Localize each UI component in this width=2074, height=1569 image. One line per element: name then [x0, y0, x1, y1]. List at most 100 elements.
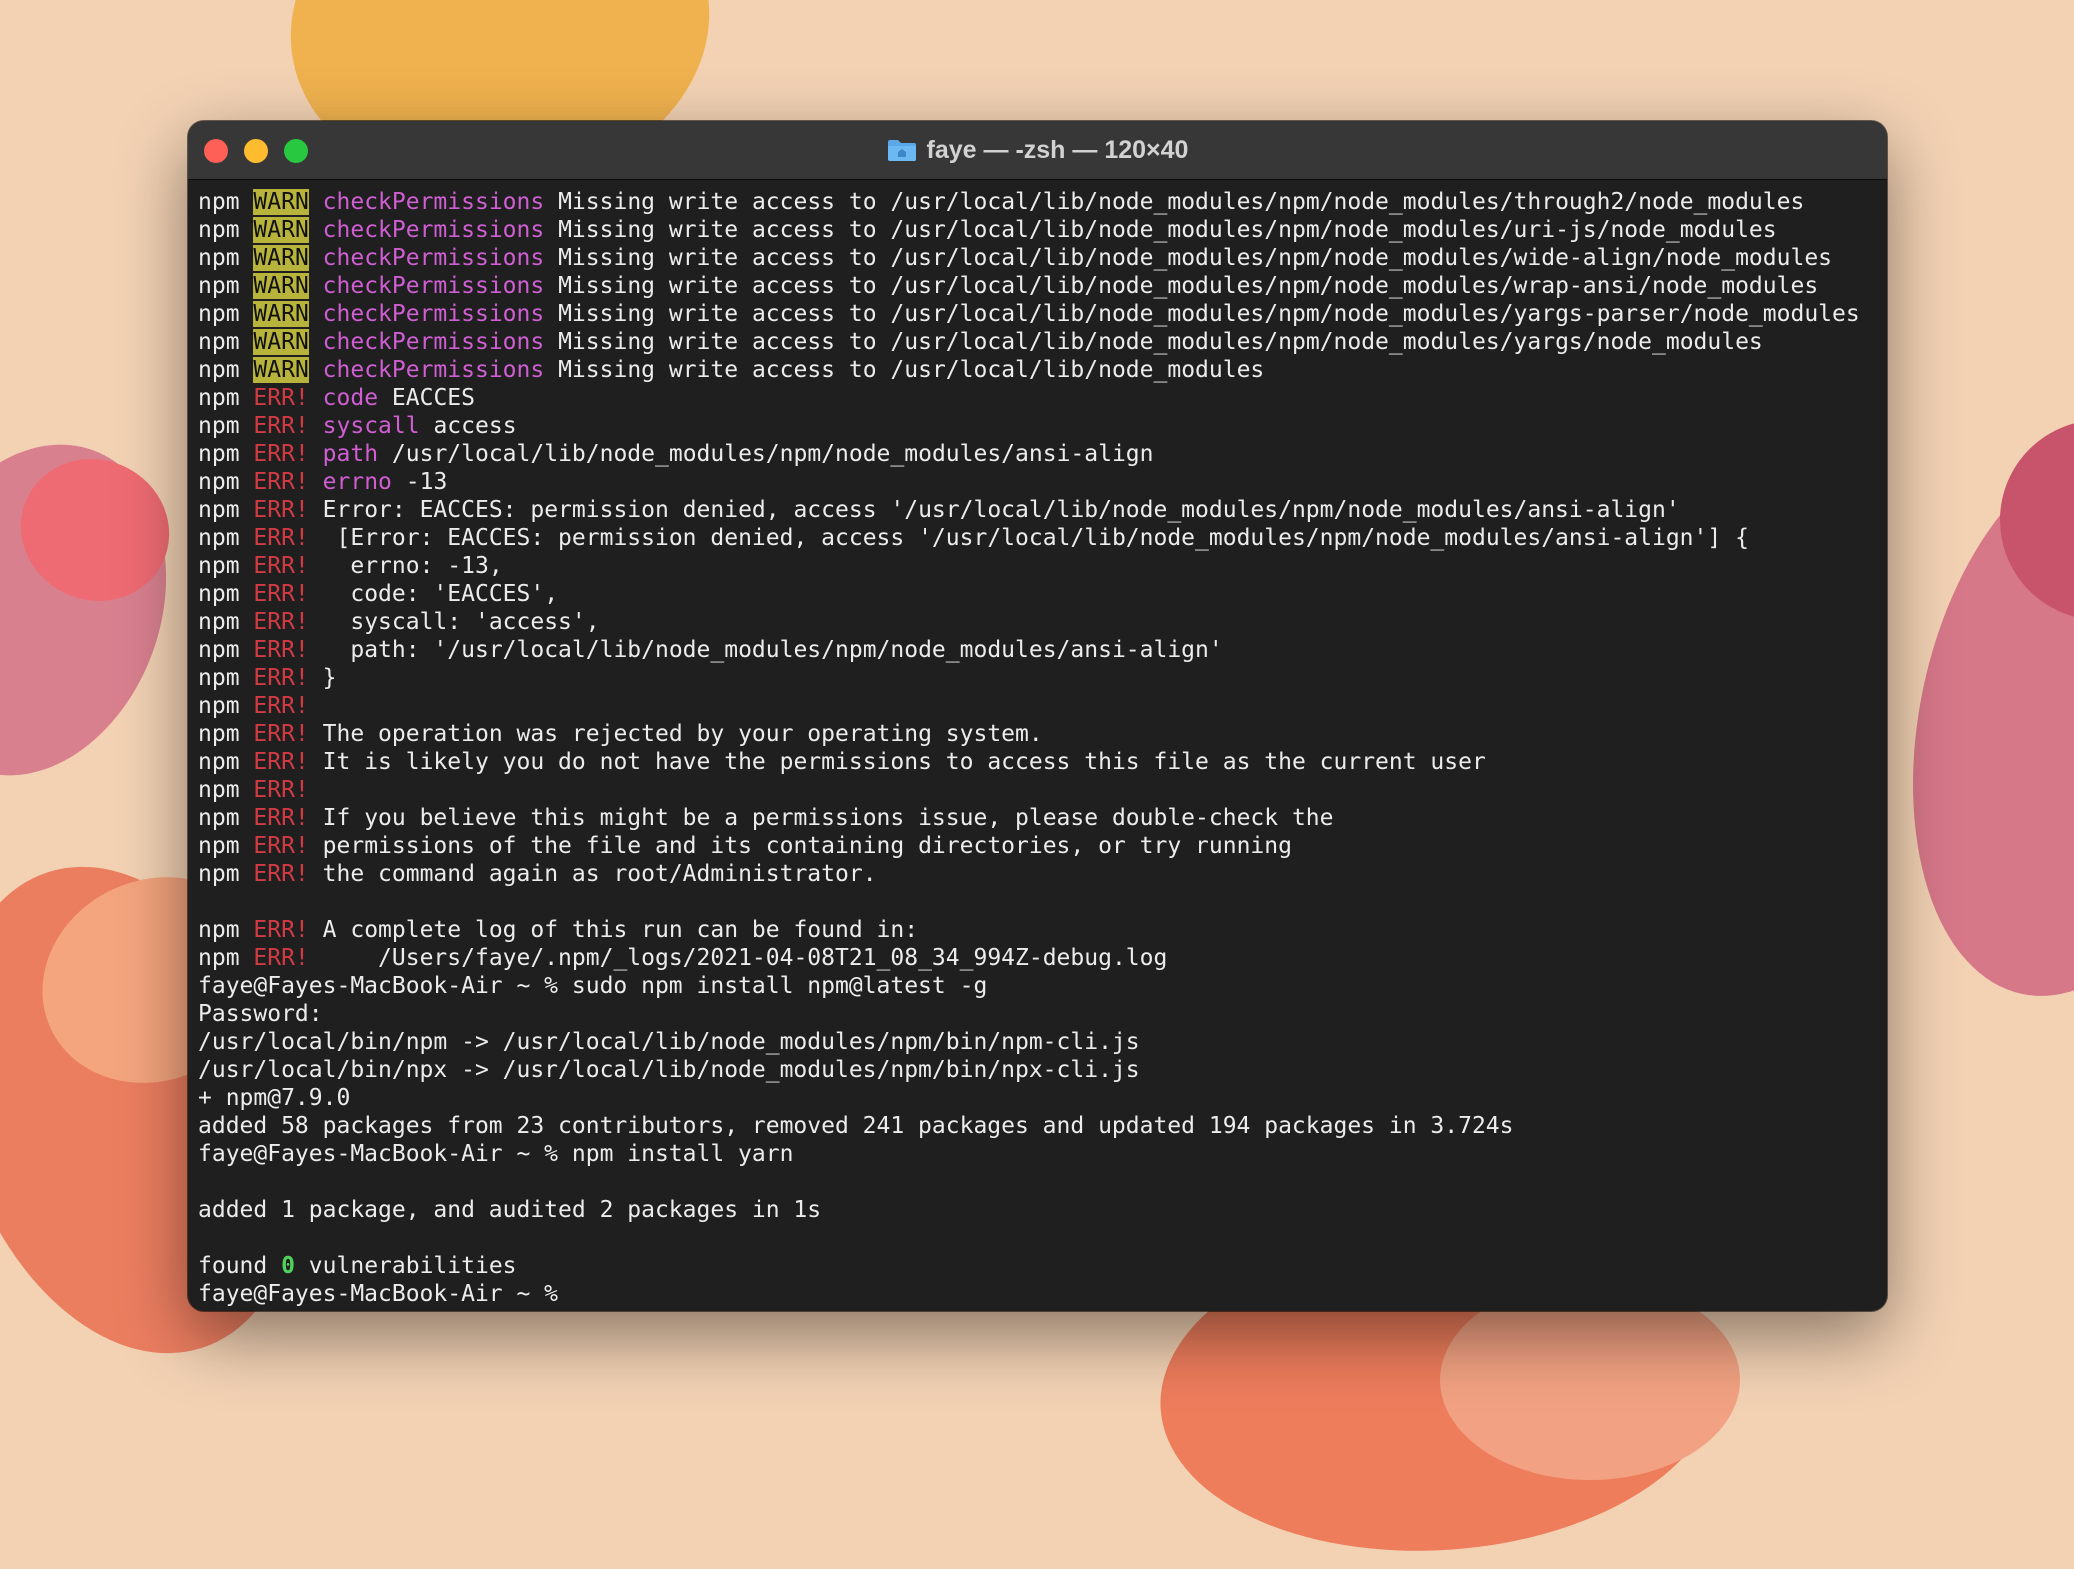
npm-prefix: npm [198, 721, 240, 747]
npm-prefix: npm [198, 861, 240, 887]
err-badge: ERR! [253, 917, 309, 943]
err-badge: ERR! [253, 945, 309, 971]
log-line: npm ERR! [198, 776, 1887, 804]
npm-prefix: npm [198, 833, 240, 859]
npm-prefix: npm [198, 329, 240, 355]
err-badge: ERR! [253, 609, 309, 635]
log-text: It is likely you do not have the permiss… [322, 749, 1486, 775]
err-badge: ERR! [253, 777, 309, 803]
log-text: path: '/usr/local/lib/node_modules/npm/n… [322, 637, 1223, 663]
output-text: Password: [198, 1001, 323, 1027]
log-key: code [322, 385, 379, 411]
traffic-lights [204, 139, 308, 163]
npm-prefix: npm [198, 525, 240, 551]
log-key: path [322, 441, 379, 467]
log-key: checkPermissions [322, 189, 545, 215]
npm-prefix: npm [198, 273, 240, 299]
npm-prefix: npm [198, 665, 240, 691]
log-line: npm ERR! path /usr/local/lib/node_module… [198, 440, 1887, 468]
log-key: errno [322, 469, 392, 495]
npm-prefix: npm [198, 497, 240, 523]
warn-badge: WARN [253, 329, 309, 355]
log-line: npm ERR! path: '/usr/local/lib/node_modu… [198, 636, 1887, 664]
err-badge: ERR! [253, 469, 309, 495]
log-text: EACCES [391, 385, 475, 411]
log-text: Missing write access to /usr/local/lib/n… [558, 245, 1833, 271]
npm-prefix: npm [198, 581, 240, 607]
log-key: checkPermissions [322, 245, 545, 271]
title-bar[interactable]: faye — -zsh — 120×40 [188, 121, 1887, 180]
log-line: npm ERR! syscall: 'access', [198, 608, 1887, 636]
found-text: found [198, 1253, 282, 1279]
close-button[interactable] [204, 139, 228, 163]
err-badge: ERR! [253, 497, 309, 523]
warn-badge: WARN [253, 273, 309, 299]
log-line: npm ERR! /Users/faye/.npm/_logs/2021-04-… [198, 944, 1887, 972]
log-line: npm WARN checkPermissions Missing write … [198, 356, 1887, 384]
npm-prefix: npm [198, 693, 240, 719]
log-key: checkPermissions [322, 329, 545, 355]
err-badge: ERR! [253, 525, 309, 551]
log-text: access [433, 413, 517, 439]
output-line: faye@Fayes-MacBook-Air ~ % sudo npm inst… [198, 972, 1887, 1000]
found-text: vulnerabilities [294, 1253, 517, 1279]
log-line: npm ERR! It is likely you do not have th… [198, 748, 1887, 776]
log-text: -13 [405, 469, 448, 495]
log-text: /Users/faye/.npm/_logs/2021-04-08T21_08_… [322, 945, 1168, 971]
zoom-button[interactable] [284, 139, 308, 163]
npm-prefix: npm [198, 945, 240, 971]
warn-badge: WARN [253, 301, 309, 327]
npm-prefix: npm [198, 441, 240, 467]
err-badge: ERR! [253, 721, 309, 747]
output-text: /usr/local/bin/npm -> /usr/local/lib/nod… [198, 1029, 1140, 1055]
log-text: } [322, 665, 337, 691]
npm-prefix: npm [198, 357, 240, 383]
log-line: npm ERR! A complete log of this run can … [198, 916, 1887, 944]
npm-prefix: npm [198, 413, 240, 439]
log-text: code: 'EACCES', [322, 581, 559, 607]
log-text: syscall: 'access', [322, 609, 600, 635]
output-line: added 1 package, and audited 2 packages … [198, 1196, 1887, 1224]
terminal-output[interactable]: npm WARN checkPermissions Missing write … [188, 180, 1887, 1308]
log-line: npm ERR! the command again as root/Admin… [198, 860, 1887, 888]
output-text: added 58 packages from 23 contributors, … [198, 1113, 1514, 1139]
log-line: npm ERR! Error: EACCES: permission denie… [198, 496, 1887, 524]
output-line: faye@Fayes-MacBook-Air ~ % npm install y… [198, 1140, 1887, 1168]
err-badge: ERR! [253, 665, 309, 691]
log-text: Error: EACCES: permission denied, access… [322, 497, 1680, 523]
err-badge: ERR! [253, 413, 309, 439]
log-text: Missing write access to /usr/local/lib/n… [558, 329, 1763, 355]
npm-prefix: npm [198, 805, 240, 831]
npm-prefix: npm [198, 469, 240, 495]
log-key: checkPermissions [322, 357, 545, 383]
log-line: npm ERR! code: 'EACCES', [198, 580, 1887, 608]
npm-prefix: npm [198, 609, 240, 635]
prompt-line[interactable]: faye@Fayes-MacBook-Air ~ % [198, 1280, 1887, 1308]
log-text: errno: -13, [322, 553, 503, 579]
log-line: npm ERR! errno: -13, [198, 552, 1887, 580]
err-badge: ERR! [253, 861, 309, 887]
log-line: npm ERR! } [198, 664, 1887, 692]
npm-prefix: npm [198, 777, 240, 803]
folder-icon [887, 138, 917, 162]
output-line: added 58 packages from 23 contributors, … [198, 1112, 1887, 1140]
log-text: /usr/local/lib/node_modules/npm/node_mod… [391, 441, 1154, 467]
npm-prefix: npm [198, 385, 240, 411]
log-line: npm WARN checkPermissions Missing write … [198, 328, 1887, 356]
log-text: A complete log of this run can be found … [322, 917, 919, 943]
log-line: npm WARN checkPermissions Missing write … [198, 188, 1887, 216]
log-text: If you believe this might be a permissio… [322, 805, 1334, 831]
log-line: npm WARN checkPermissions Missing write … [198, 300, 1887, 328]
terminal-window[interactable]: faye — -zsh — 120×40 npm WARN checkPermi… [188, 121, 1887, 1311]
npm-prefix: npm [198, 217, 240, 243]
log-key: checkPermissions [322, 301, 545, 327]
npm-prefix: npm [198, 553, 240, 579]
log-key: syscall [322, 413, 420, 439]
warn-badge: WARN [253, 189, 309, 215]
minimize-button[interactable] [244, 139, 268, 163]
err-badge: ERR! [253, 805, 309, 831]
err-badge: ERR! [253, 693, 309, 719]
npm-prefix: npm [198, 637, 240, 663]
log-line: npm WARN checkPermissions Missing write … [198, 216, 1887, 244]
window-title-text: faye — -zsh — 120×40 [926, 135, 1189, 164]
